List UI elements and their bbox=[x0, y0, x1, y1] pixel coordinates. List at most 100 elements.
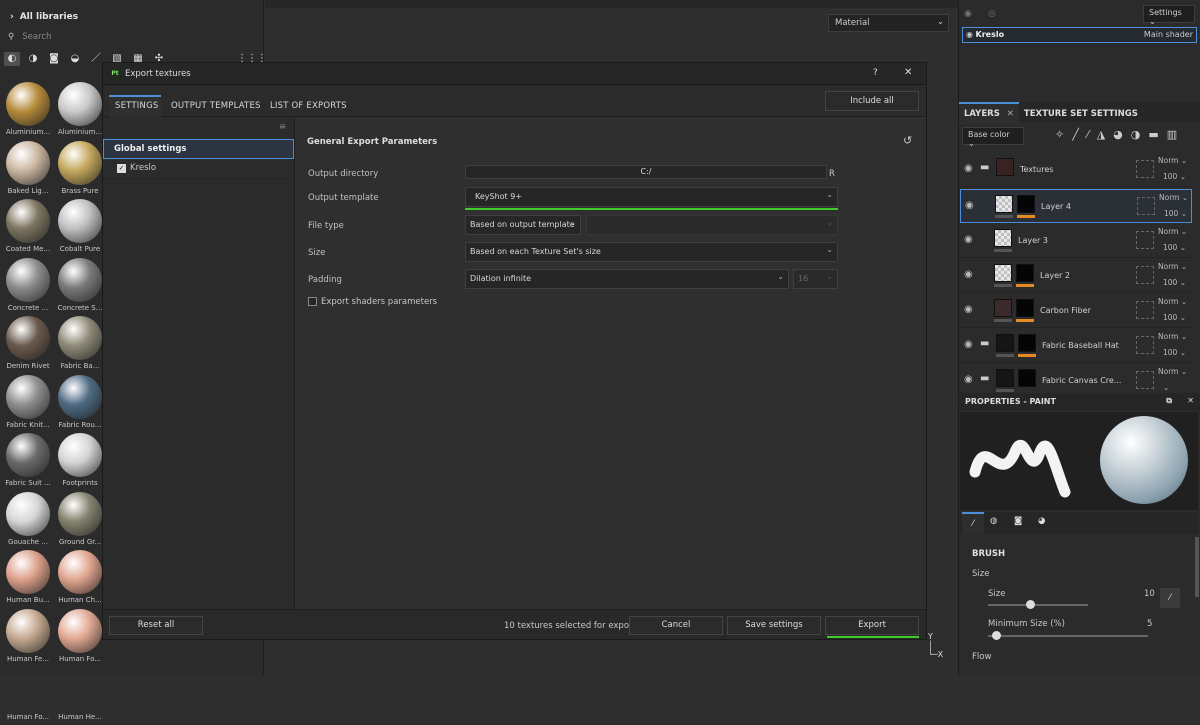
blend-mode-select[interactable]: Norm ⌄ bbox=[1158, 367, 1187, 376]
layer-name[interactable]: Layer 4 bbox=[1041, 202, 1071, 211]
reset-icon[interactable]: ↺ bbox=[903, 134, 912, 147]
material-thumbnail[interactable]: Ground Gr... bbox=[54, 491, 106, 550]
folder-icon[interactable]: ▬ bbox=[1148, 128, 1166, 141]
size-value[interactable]: 10 bbox=[1144, 589, 1155, 599]
layer-row[interactable]: ◉ ▬ Fabric Baseball Hat Norm ⌄ 100 ⌄ bbox=[960, 329, 1192, 363]
material-thumbnail[interactable]: Baked Lig... bbox=[2, 140, 54, 199]
cancel-button[interactable]: Cancel bbox=[629, 616, 723, 635]
min-size-value[interactable]: 5 bbox=[1147, 619, 1152, 629]
material-thumbnail[interactable]: Human He... bbox=[54, 667, 106, 725]
file-type-select[interactable]: Based on output template ⌄ bbox=[465, 215, 581, 235]
layer-name[interactable]: Layer 2 bbox=[1040, 271, 1070, 280]
layer-effects-slot[interactable] bbox=[1136, 231, 1154, 249]
material-thumbnail[interactable]: Fabric Ba... bbox=[54, 316, 106, 374]
material-filter-icon[interactable]: ◐ bbox=[4, 52, 20, 66]
layer-effects-slot[interactable] bbox=[1136, 301, 1154, 319]
list-options-icon[interactable]: ≡ bbox=[279, 122, 286, 132]
layer-name[interactable]: Layer 3 bbox=[1018, 236, 1048, 245]
properties-scrollbar[interactable] bbox=[1195, 537, 1199, 597]
tab-output-templates[interactable]: OUTPUT TEMPLATES bbox=[171, 101, 261, 111]
layer-name[interactable]: Fabric Baseball Hat bbox=[1042, 341, 1119, 350]
tab-list-of-exports[interactable]: LIST OF EXPORTS bbox=[270, 101, 347, 111]
close-icon[interactable]: ✕ bbox=[1007, 109, 1014, 119]
palette-icon[interactable]: ◕ bbox=[1113, 128, 1131, 141]
eye-icon[interactable]: ◉ bbox=[964, 339, 973, 350]
material-thumbnail[interactable]: Concrete ... bbox=[2, 257, 54, 316]
opacity-value[interactable]: 100 ⌄ bbox=[1164, 209, 1187, 218]
material-thumbnail[interactable]: Fabric Suit ... bbox=[2, 433, 54, 491]
opacity-value[interactable]: 100 ⌄ bbox=[1163, 172, 1186, 181]
size-slider[interactable] bbox=[988, 600, 1088, 609]
material-thumbnail[interactable]: Fabric Rou... bbox=[54, 374, 106, 433]
trash-icon[interactable]: ▥ bbox=[1167, 128, 1185, 141]
tab-settings-label[interactable]: SETTINGS bbox=[115, 101, 158, 111]
export-shaders-checkbox[interactable] bbox=[308, 297, 317, 306]
layer-effects-slot[interactable] bbox=[1136, 371, 1154, 389]
folder-icon[interactable]: ▬ bbox=[980, 338, 989, 349]
layer-row[interactable]: ◉ Layer 3 Norm ⌄ 100 ⌄ bbox=[960, 224, 1192, 258]
eye-icon[interactable]: ◉ bbox=[965, 200, 974, 211]
opacity-value[interactable]: 100 ⌄ bbox=[1163, 278, 1186, 287]
min-size-slider[interactable] bbox=[988, 631, 1148, 640]
layer-row[interactable]: ◉ Layer 2 Norm ⌄ 100 ⌄ bbox=[960, 259, 1192, 293]
stencil-tab-icon[interactable]: ◕ bbox=[1038, 516, 1045, 526]
material-thumbnail[interactable]: Human Fo... bbox=[54, 608, 106, 667]
material-thumbnail[interactable]: Footprints bbox=[54, 433, 106, 491]
export-button[interactable]: Export bbox=[825, 616, 919, 635]
material-thumbnail[interactable]: Human Fo... bbox=[2, 667, 54, 725]
layer-name[interactable]: Fabric Canvas Cre... bbox=[1042, 376, 1121, 385]
output-directory-field[interactable]: C:/ bbox=[465, 165, 827, 179]
material-thumbnail[interactable]: Brass Pure bbox=[54, 140, 106, 199]
material-thumbnail[interactable]: Denim Rivet bbox=[2, 316, 54, 374]
layer-effects-slot[interactable] bbox=[1136, 160, 1154, 178]
close-icon[interactable]: ✕ bbox=[1187, 396, 1194, 405]
eye-icon[interactable]: ◉ bbox=[964, 9, 972, 19]
layer-row[interactable]: ◉ Carbon Fiber Norm ⌄ 100 ⌄ bbox=[960, 294, 1192, 328]
material-thumbnail[interactable]: Concrete S... bbox=[54, 257, 106, 316]
eye-icon[interactable]: ◉ bbox=[966, 30, 973, 39]
material-tab-icon[interactable]: ◍ bbox=[990, 516, 997, 526]
layer-effects-slot[interactable] bbox=[1136, 266, 1154, 284]
tab-layers[interactable]: LAYERS ✕ bbox=[959, 102, 1019, 124]
mask-icon[interactable]: ◙ bbox=[46, 52, 62, 66]
include-all-button[interactable]: Include all bbox=[825, 91, 919, 111]
add-effect-icon[interactable]: ✧ bbox=[1055, 128, 1072, 141]
close-dialog-button[interactable]: ✕ bbox=[904, 67, 912, 78]
material-thumbnail[interactable]: Gouache ... bbox=[2, 491, 54, 550]
smart-material-icon[interactable]: ◑ bbox=[25, 52, 41, 66]
opacity-value[interactable]: ⌄ bbox=[1163, 383, 1169, 392]
opacity-value[interactable]: 100 ⌄ bbox=[1163, 243, 1186, 252]
layer-row[interactable]: ◉ ▬ Textures Norm ⌄ 100 ⌄ bbox=[960, 153, 1192, 187]
shelf-search-input[interactable]: ⚲ Search bbox=[8, 32, 258, 48]
fill-icon[interactable]: ◮ bbox=[1097, 128, 1113, 141]
blend-mode-select[interactable]: Norm ⌄ bbox=[1158, 332, 1187, 341]
shelf-title[interactable]: › All libraries bbox=[10, 12, 78, 22]
eye-icon[interactable]: ◉ bbox=[964, 304, 973, 315]
eye-icon[interactable]: ◉ bbox=[964, 374, 973, 385]
opacity-value[interactable]: 100 ⌄ bbox=[1163, 348, 1186, 357]
material-thumbnail[interactable]: Aluminium... bbox=[2, 82, 54, 140]
opacity-value[interactable]: 100 ⌄ bbox=[1163, 313, 1186, 322]
texture-set-row[interactable]: ◉ Kreslo Main shader bbox=[962, 27, 1197, 43]
checkbox-checked[interactable]: ✓ bbox=[117, 164, 126, 173]
global-settings-item[interactable]: Global settings bbox=[103, 139, 294, 159]
pen-pressure-button[interactable]: ⁄ bbox=[1160, 588, 1180, 608]
save-settings-button[interactable]: Save settings bbox=[727, 616, 821, 635]
settings-select[interactable]: Settings ⌄ bbox=[1143, 5, 1195, 26]
min-size-slider-handle[interactable] bbox=[992, 631, 1001, 640]
layer-effects-slot[interactable] bbox=[1137, 197, 1155, 215]
blend-mode-select[interactable]: Norm ⌄ bbox=[1158, 227, 1187, 236]
folder-icon[interactable]: ▬ bbox=[980, 373, 989, 384]
chevron-right-icon[interactable]: › bbox=[10, 12, 14, 22]
texture-set-item[interactable]: ✓ Kreslo bbox=[103, 159, 294, 179]
material-thumbnail[interactable]: Human Fe... bbox=[2, 608, 54, 667]
layer-row[interactable]: ◉ Layer 4 Norm ⌄ 100 ⌄ bbox=[960, 189, 1192, 223]
channel-select[interactable]: Base color ⌄ bbox=[962, 127, 1024, 148]
blend-mode-select[interactable]: Norm ⌄ bbox=[1158, 297, 1187, 306]
material-thumbnail[interactable]: Coated Me... bbox=[2, 199, 54, 257]
paint-layer-icon[interactable]: ╱ bbox=[1072, 128, 1087, 141]
material-thumbnail[interactable]: Aluminium... bbox=[54, 82, 106, 140]
output-template-select[interactable]: KeyShot 9+ ⌄ bbox=[465, 187, 838, 207]
material-thumbnail[interactable]: Human Ch... bbox=[54, 550, 106, 608]
alpha-tab-icon[interactable]: ◙ bbox=[1014, 516, 1022, 526]
